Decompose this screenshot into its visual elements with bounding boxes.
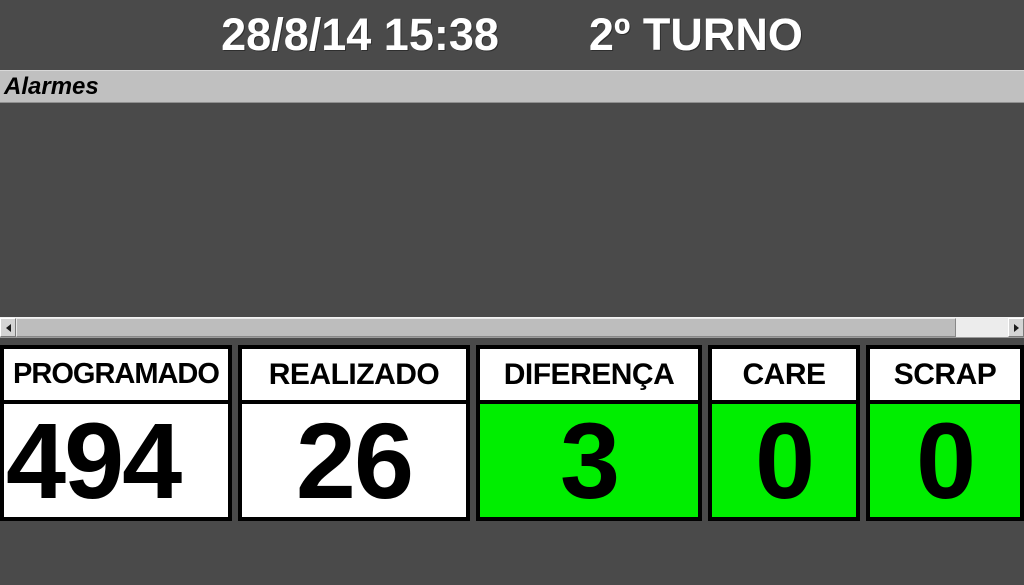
kpi-value-scrap: 0 — [870, 404, 1020, 517]
kpi-panel-programado: PROGRAMADO 494 — [0, 345, 232, 521]
kpi-value-programado: 494 — [4, 404, 228, 517]
kpi-panel-realizado: REALIZADO 26 — [238, 345, 470, 521]
scrollbar-thumb[interactable] — [16, 318, 956, 337]
status-header: 28/8/14 15:38 2º TURNO — [0, 0, 1024, 69]
kpi-label-realizado: REALIZADO — [242, 349, 466, 404]
scroll-right-button[interactable] — [1008, 318, 1024, 337]
kpi-panel-care: CARE 0 — [708, 345, 860, 521]
kpi-label-programado: PROGRAMADO — [4, 349, 228, 404]
triangle-left-icon — [5, 323, 11, 332]
alarms-title-label: Alarmes — [4, 72, 99, 100]
kpi-panel-diferenca: DIFERENÇA 3 — [476, 345, 702, 521]
shift-display: 2º TURNO — [588, 9, 803, 60]
kpi-value-realizado: 26 — [242, 404, 466, 517]
alarms-horizontal-scrollbar[interactable] — [0, 317, 1024, 338]
kpi-label-care: CARE — [712, 349, 856, 404]
kpi-label-diferenca: DIFERENÇA — [480, 349, 698, 404]
kpi-panel-row: PROGRAMADO 494 REALIZADO 26 DIFERENÇA 3 … — [0, 345, 1024, 521]
triangle-right-icon — [1013, 323, 1019, 332]
scroll-left-button[interactable] — [0, 318, 16, 337]
kpi-value-care: 0 — [712, 404, 856, 517]
datetime-display: 28/8/14 15:38 — [221, 9, 499, 60]
alarms-title-bar: Alarmes — [0, 70, 1024, 103]
scrollbar-track[interactable] — [16, 318, 1008, 337]
alarms-list[interactable] — [0, 104, 1024, 312]
kpi-panel-scrap: SCRAP 0 — [866, 345, 1024, 521]
kpi-label-scrap: SCRAP — [870, 349, 1020, 404]
kpi-value-diferenca: 3 — [480, 404, 698, 517]
